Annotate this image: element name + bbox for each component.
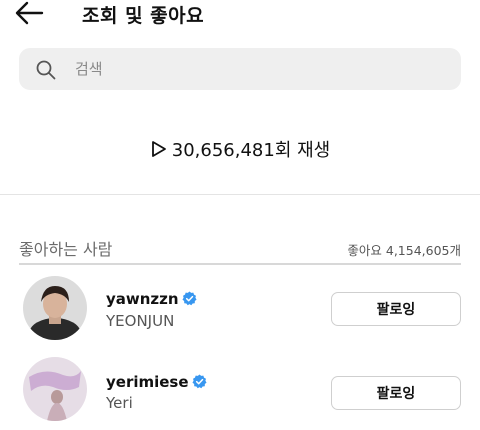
avatar[interactable]	[23, 357, 87, 421]
full-name: YEONJUN	[106, 312, 175, 330]
username[interactable]: yawnzzn	[106, 290, 197, 308]
play-count-text: 30,656,481회 재생	[171, 140, 331, 161]
page-title: 조회 및 좋아요	[82, 5, 205, 27]
divider	[0, 194, 480, 195]
search-bar[interactable]	[19, 48, 461, 90]
section-divider	[19, 263, 461, 265]
username[interactable]: yerimiese	[106, 373, 207, 391]
following-button[interactable]: 팔로잉	[331, 376, 461, 410]
following-button[interactable]: 팔로잉	[331, 292, 461, 326]
list-item[interactable]: yawnzzn YEONJUN 팔로잉	[0, 276, 480, 346]
play-count: 30,656,481회 재생	[0, 136, 480, 162]
likers-heading: 좋아하는 사람	[19, 240, 113, 259]
likes-count: 좋아요 4,154,605개	[347, 243, 461, 258]
list-item[interactable]: yerimiese Yeri 팔로잉	[0, 357, 480, 427]
avatar[interactable]	[23, 276, 87, 340]
verified-badge-icon	[182, 291, 197, 306]
verified-badge-icon	[192, 374, 207, 389]
search-icon	[36, 60, 56, 80]
full-name: Yeri	[106, 394, 133, 412]
play-icon	[151, 141, 166, 157]
search-input[interactable]	[75, 48, 445, 90]
header: 조회 및 좋아요	[0, 0, 480, 34]
back-arrow-icon[interactable]	[14, 0, 50, 28]
